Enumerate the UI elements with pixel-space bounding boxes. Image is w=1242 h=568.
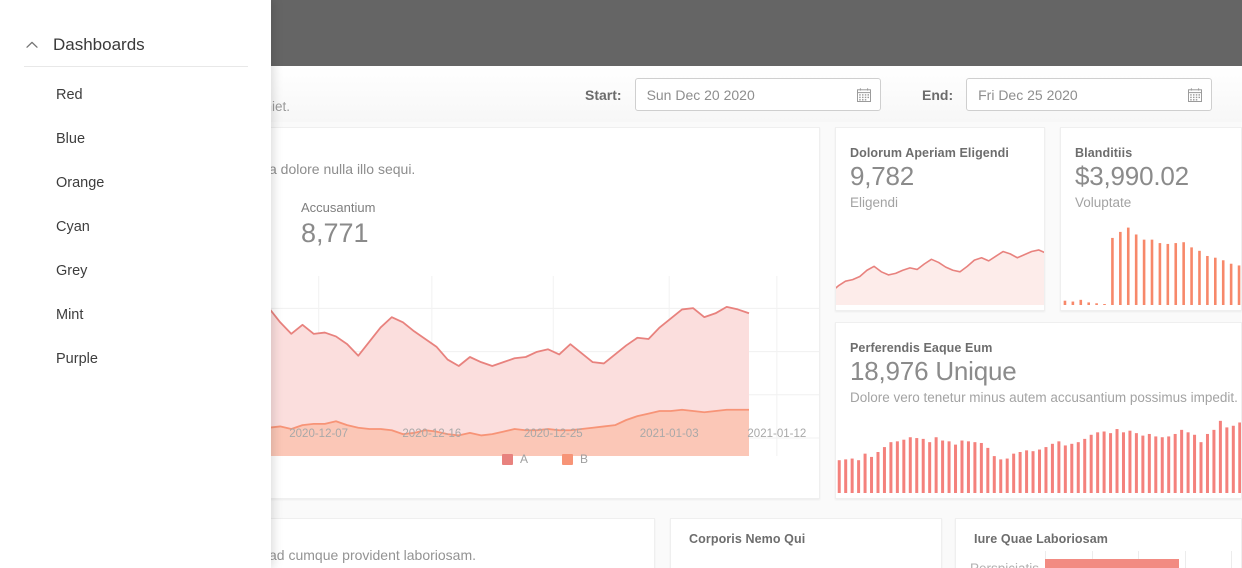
stat-card-header: Dolorum Aperiam Eligendi 9,782 Eligendi [850, 146, 1034, 210]
bottom-card-bar-label: Perspiciatis [970, 560, 1040, 568]
bottom-card-title: Iure Quae Laboriosam [974, 532, 1108, 546]
sidebar-item-label: Grey [56, 263, 88, 279]
bottom-card-description-fragment: ad cumque provident laboriosam. [269, 547, 477, 563]
stat-card-title: Blanditiis [1075, 146, 1133, 160]
stat-card-value: 18,976 Unique [850, 356, 1017, 386]
chevron-up-icon[interactable] [24, 37, 40, 53]
stat-card-sparkline [836, 405, 1241, 498]
sidebar-item-label: Purple [56, 351, 98, 367]
sidebar-item-purple[interactable]: Purple [24, 344, 248, 374]
start-date-label: Start: [585, 86, 622, 103]
stat-card-blanditiis: Blanditiis $3,990.02 Voluptate [1060, 127, 1242, 311]
sidebar-item-grey[interactable]: Grey [24, 256, 248, 286]
sidebar-item-orange[interactable]: Orange [24, 168, 248, 198]
sidebar-item-cyan[interactable]: Cyan [24, 212, 248, 242]
stat-card-subtitle: Dolore vero tenetur minus autem accusant… [850, 390, 1238, 406]
end-date-label: End: [922, 86, 954, 103]
stat-card-dolorum-aperiam-eligendi: Dolorum Aperiam Eligendi 9,782 Eligendi [835, 127, 1045, 311]
stat-card-title: Perferendis Eaque Eum [850, 341, 993, 355]
bottom-card-corporis-nemo-qui: Corporis Nemo Qui [670, 518, 942, 568]
legend-label: A [519, 452, 528, 466]
x-axis-tick-label: 2020-12-16 [402, 428, 462, 440]
end-date-value: Fri Dec 25 2020 [978, 86, 1078, 103]
sidebar-item-red[interactable]: Red [24, 80, 248, 110]
sidebar-divider [24, 66, 248, 67]
stat-card-sparkline [1061, 213, 1241, 310]
main-chart-card: a dolore nulla illo sequi. Accusantium 8… [268, 127, 820, 499]
start-date-group: Start: Sun Dec 20 2020 [585, 78, 881, 111]
x-axis-tick-label: 2021-01-12 [747, 428, 807, 440]
stat-card-value: $3,990.02 [1075, 161, 1189, 191]
stat-card-value: 9,782 [850, 161, 915, 191]
sidebar-item-label: Cyan [56, 219, 90, 235]
legend-label: B [580, 452, 589, 466]
gridline [1231, 551, 1232, 568]
bottom-card-iure-quae-laboriosam: Iure Quae Laboriosam Perspiciatis [955, 518, 1242, 568]
gridline [1184, 551, 1186, 568]
dashboard-page: ) i eveniet. Start: Sun Dec 20 2020 [0, 0, 1242, 568]
sidebar-header[interactable]: Dashboards [24, 30, 248, 60]
stat-card-sparkline [836, 213, 1044, 310]
stat-card-header: Blanditiis $3,990.02 Voluptate [1075, 146, 1231, 210]
bottom-card-left: ad cumque provident laboriosam. [268, 518, 655, 568]
bottom-card-bar-fill [1045, 559, 1179, 568]
start-date-input[interactable]: Sun Dec 20 2020 [634, 78, 881, 111]
sidebar-item-label: Blue [56, 131, 86, 147]
bottom-card-bar-row: Perspiciatis [970, 551, 1232, 568]
start-date-value: Sun Dec 20 2020 [646, 86, 755, 103]
stat-card-header: Perferendis Eaque Eum 18,976 Unique Dolo… [850, 341, 1238, 406]
legend-swatch [501, 453, 513, 465]
x-axis-tick-label: 2020-12-25 [523, 428, 583, 440]
stat-card-subtitle: Eligendi [850, 195, 899, 211]
main-chart-legend: AB [269, 452, 819, 466]
main-chart-metric-value: 8,771 [301, 218, 369, 248]
stat-card-title: Dolorum Aperiam Eligendi [850, 146, 1009, 160]
legend-item-b[interactable]: B [562, 452, 588, 466]
main-chart-metric-label: Accusantium [301, 200, 376, 215]
bottom-card-bar-track [1045, 551, 1232, 568]
calendar-icon[interactable] [1188, 87, 1203, 102]
x-axis-tick-label: 2021-01-03 [639, 428, 699, 440]
x-axis-tick-label: 2020-12-07 [289, 428, 349, 440]
sidebar-item-blue[interactable]: Blue [24, 124, 248, 154]
sidebar-item-label: Red [56, 87, 83, 103]
sidebar-item-label: Orange [56, 175, 105, 191]
bottom-card-title: Corporis Nemo Qui [689, 532, 806, 546]
stat-card-subtitle: Voluptate [1075, 195, 1132, 211]
end-date-group: End: Fri Dec 25 2020 [922, 78, 1213, 111]
sidebar-title: Dashboards [53, 35, 145, 54]
legend-item-a[interactable]: A [501, 452, 528, 466]
main-chart-metric: Accusantium 8,771 [301, 200, 375, 249]
main-chart-description-fragment: a dolore nulla illo sequi. [269, 161, 416, 177]
sidebar-item-mint[interactable]: Mint [24, 300, 248, 330]
dashboards-flyout-panel: Dashboards Red Blue Orange Cyan Grey Mint Purp… [0, 0, 271, 568]
main-chart-x-axis: 2020-12-07 2020-12-16 2020-12-25 2021-01-03… [269, 428, 819, 446]
stat-card-perferendis-eaque-eum: Perferendis Eaque Eum 18,976 Unique Dolo… [835, 322, 1242, 499]
end-date-input[interactable]: Fri Dec 25 2020 [966, 78, 1213, 111]
sidebar-item-label: Mint [56, 307, 84, 323]
legend-swatch [562, 453, 573, 465]
calendar-icon[interactable] [856, 87, 871, 102]
